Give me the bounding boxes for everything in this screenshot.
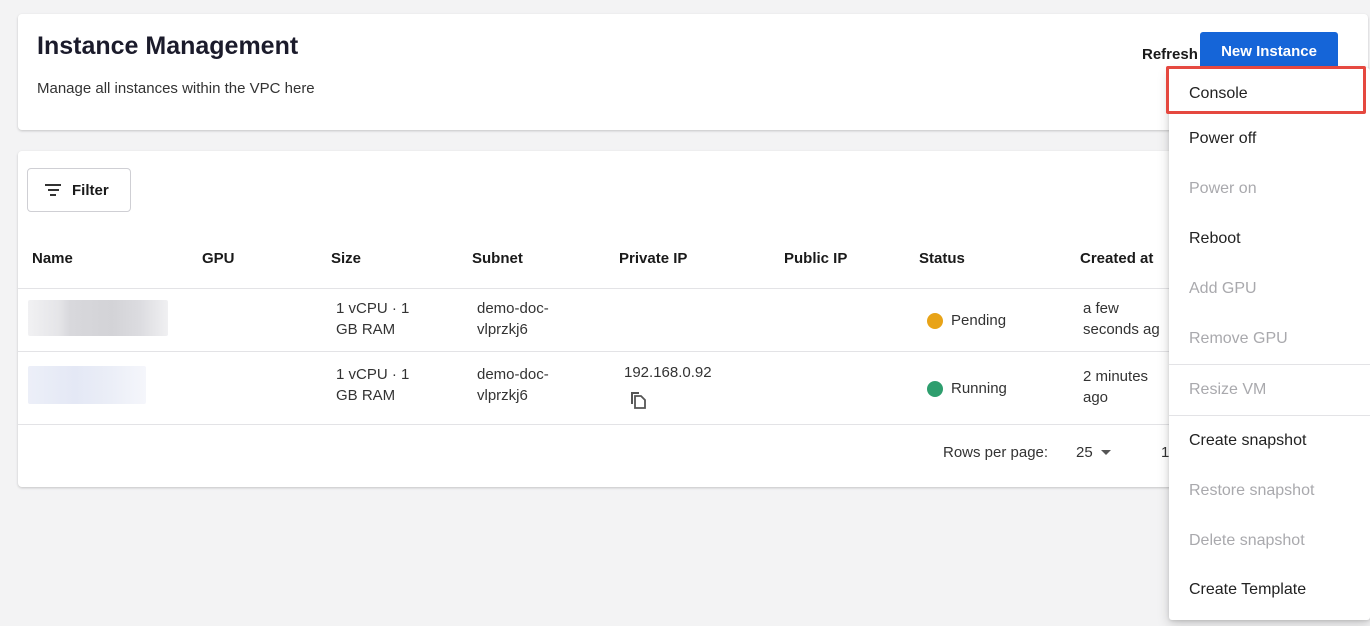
menu-item-remove-gpu[interactable]: Remove GPU (1169, 316, 1370, 362)
redacted-instance-name (28, 300, 168, 336)
status-badge: Running (927, 378, 1007, 399)
instance-actions-menu: Console Power off Power on Reboot Add GP… (1169, 68, 1370, 620)
rows-per-page-select[interactable]: 25 (1076, 444, 1111, 461)
column-header-status[interactable]: Status (919, 250, 965, 267)
menu-divider (1169, 364, 1370, 365)
column-header-public-ip[interactable]: Public IP (784, 250, 847, 267)
header-divider (18, 288, 1368, 289)
pending-status-dot (927, 312, 943, 329)
menu-divider (1169, 415, 1370, 416)
menu-item-console[interactable]: Console (1169, 71, 1370, 117)
refresh-button[interactable]: Refresh (1136, 42, 1204, 67)
status-badge: Pending (927, 310, 1006, 331)
menu-item-create-template[interactable]: Create Template (1169, 567, 1370, 613)
menu-item-reboot[interactable]: Reboot (1169, 216, 1370, 262)
created-at-cell: 2 minutes ago (1083, 368, 1149, 406)
filter-button[interactable]: Filter (27, 168, 131, 212)
redacted-instance-name (28, 366, 146, 404)
created-at-cell: a few seconds ag (1083, 300, 1160, 338)
column-header-subnet[interactable]: Subnet (472, 250, 523, 267)
page-subtitle: Manage all instances within the VPC here (37, 80, 315, 97)
size-cell: 1 vCPU · 1 GB RAM (336, 366, 410, 404)
header-card: Instance Management Manage all instances… (18, 14, 1368, 130)
menu-item-restore-snapshot[interactable]: Restore snapshot (1169, 468, 1370, 514)
subnet-cell: demo-doc-vlprzkj6 (477, 300, 549, 338)
subnet-cell: demo-doc-vlprzkj6 (477, 366, 549, 404)
column-header-name[interactable]: Name (32, 250, 73, 267)
menu-item-resize-vm[interactable]: Resize VM (1169, 367, 1370, 413)
menu-item-power-on[interactable]: Power on (1169, 166, 1370, 212)
private-ip-cell: 192.168.0.92 (624, 364, 712, 381)
menu-item-delete-snapshot[interactable]: Delete snapshot (1169, 518, 1370, 564)
column-header-created-at[interactable]: Created at (1080, 250, 1153, 267)
column-header-private-ip[interactable]: Private IP (619, 250, 687, 267)
menu-item-create-snapshot[interactable]: Create snapshot (1169, 418, 1370, 464)
size-cell: 1 vCPU · 1 GB RAM (336, 300, 410, 338)
row-divider (18, 351, 1368, 352)
menu-item-power-off[interactable]: Power off (1169, 116, 1370, 162)
row-divider (18, 424, 1368, 425)
running-status-dot (927, 380, 943, 397)
filter-icon (44, 181, 62, 199)
filter-label: Filter (72, 181, 109, 199)
menu-item-add-gpu[interactable]: Add GPU (1169, 266, 1370, 312)
instances-table-card: Filter Name GPU Size Subnet Private IP P… (18, 151, 1368, 487)
new-instance-button[interactable]: New Instance (1200, 32, 1338, 70)
page-title: Instance Management (37, 32, 299, 60)
column-header-size[interactable]: Size (331, 250, 361, 267)
caret-down-icon (1100, 450, 1111, 455)
copy-icon[interactable] (629, 390, 647, 410)
column-header-gpu[interactable]: GPU (202, 250, 235, 267)
rows-per-page-label: Rows per page: (943, 444, 1049, 461)
